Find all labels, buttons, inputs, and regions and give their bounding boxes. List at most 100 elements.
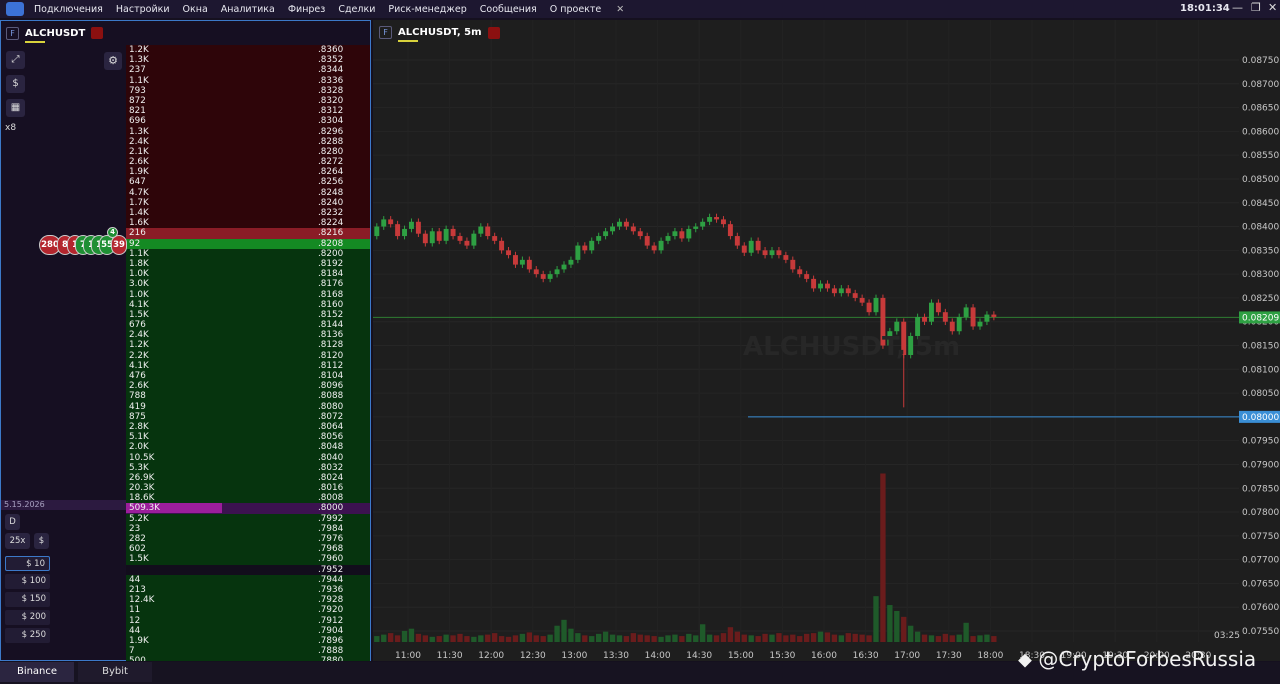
book-row[interactable]: 23 .7984 <box>126 523 370 534</box>
book-row[interactable]: 793 .8328 <box>126 85 370 96</box>
book-row[interactable]: 4.7K .8248 <box>126 187 370 198</box>
chart-title[interactable]: ALCHUSDT, 5m <box>398 27 482 42</box>
book-row[interactable]: 1.6K .8224 <box>126 218 370 229</box>
book-row[interactable]: 1.2K .8128 <box>126 340 370 351</box>
menu-item-risk-manager[interactable]: Риск-менеджер <box>388 4 466 15</box>
book-row[interactable]: 509.3K .8000 <box>126 503 370 514</box>
book-row[interactable]: 1.1K .8336 <box>126 75 370 86</box>
book-row[interactable]: 216 .8216 <box>126 228 370 239</box>
book-row[interactable]: 5.3K .8032 <box>126 462 370 473</box>
menu-item-connections[interactable]: Подключения <box>34 4 103 15</box>
book-row[interactable]: 11 .7920 <box>126 605 370 616</box>
book-row[interactable]: 647 .8256 <box>126 177 370 188</box>
book-row[interactable]: 2.4K .8136 <box>126 330 370 341</box>
book-row[interactable]: 419 .8080 <box>126 401 370 412</box>
book-row[interactable]: 2.6K .8272 <box>126 157 370 168</box>
app-logo-icon <box>6 2 24 16</box>
amount-button-1[interactable]: $ 10 <box>5 556 50 571</box>
candle-body <box>783 255 789 260</box>
book-row[interactable]: 26.9K .8024 <box>126 472 370 484</box>
price-chart[interactable]: 0.08750 0.08700 0.08650 0.08600 0.08550 0.085… <box>373 20 1280 661</box>
candle-body <box>395 224 401 237</box>
d-button[interactable]: D <box>5 514 20 530</box>
book-row[interactable]: 476 .8104 <box>126 371 370 382</box>
book-row[interactable]: 1.1K .8200 <box>126 248 370 259</box>
book-row[interactable]: 1.5K .8152 <box>126 309 370 321</box>
book-row[interactable]: 213 .7936 <box>126 584 370 596</box>
book-row[interactable]: 2.2K .8120 <box>126 350 370 361</box>
book-row[interactable]: 4.1K .8112 <box>126 360 370 371</box>
book-row[interactable]: 1.3K .8352 <box>126 55 370 66</box>
book-row[interactable]: 821 .8312 <box>126 106 370 117</box>
amount-button-5[interactable]: $ 250 <box>5 628 50 643</box>
book-row[interactable]: 4.1K .8160 <box>126 299 370 310</box>
book-row[interactable]: 872 .8320 <box>126 95 370 107</box>
amount-button-2[interactable]: $ 100 <box>5 574 50 589</box>
leverage-button[interactable]: 25x <box>5 533 30 549</box>
pin-icon[interactable]: ✕ <box>616 4 624 15</box>
gear-icon[interactable]: ⚙ <box>104 52 122 70</box>
book-row[interactable]: .7952 <box>126 564 370 575</box>
book-row[interactable]: 18.6K .8008 <box>126 493 370 504</box>
close-icon[interactable]: ✕ <box>1268 1 1277 14</box>
dollar-icon[interactable]: $ <box>6 75 25 93</box>
book-row[interactable]: 10.5K .8040 <box>126 452 370 463</box>
book-row[interactable]: 788 .8088 <box>126 391 370 402</box>
amount-button-3[interactable]: $ 150 <box>5 592 50 607</box>
book-row[interactable]: 1.7K .8240 <box>126 197 370 208</box>
book-row[interactable]: 20.3K .8016 <box>126 483 370 494</box>
book-row[interactable]: 44 .7944 <box>126 574 370 585</box>
book-row[interactable]: 1.4K .8232 <box>126 208 370 219</box>
symbol-color-marker[interactable] <box>91 27 104 39</box>
book-row[interactable]: 2.8K .8064 <box>126 421 370 433</box>
y-axis-label: 0.07750 <box>1242 532 1279 542</box>
book-row[interactable]: 237 .8344 <box>126 65 370 76</box>
tab-bybit[interactable]: Bybit <box>78 662 152 682</box>
menu-item-windows[interactable]: Окна <box>183 4 208 15</box>
book-row[interactable]: 7 .7888 <box>126 646 370 657</box>
minimize-icon[interactable]: — <box>1232 1 1243 14</box>
book-row[interactable]: 676 .8144 <box>126 320 370 331</box>
menu-item-analytics[interactable]: Аналитика <box>221 4 275 15</box>
book-row[interactable]: 2.0K .8048 <box>126 442 370 453</box>
book-row[interactable]: 1.0K .8184 <box>126 269 370 280</box>
book-row[interactable]: 602 .7968 <box>126 544 370 555</box>
book-row[interactable]: 1.2K .8360 <box>126 45 370 56</box>
book-row[interactable]: 2.4K .8288 <box>126 136 370 147</box>
book-row[interactable]: 1.9K .7896 <box>126 635 370 647</box>
book-row[interactable]: 5.2K .7992 <box>126 513 370 524</box>
book-row[interactable]: 696 .8304 <box>126 116 370 127</box>
orderbook-symbol[interactable]: ALCHUSDT <box>25 28 85 43</box>
currency-button[interactable]: $ <box>34 533 49 549</box>
book-row[interactable]: 1.0K .8168 <box>126 289 370 300</box>
book-row[interactable]: 12.4K .7928 <box>126 595 370 606</box>
book-row[interactable]: 500 .7880 <box>126 656 370 661</box>
candle-body <box>727 224 733 237</box>
menu-item-deals[interactable]: Сделки <box>338 4 375 15</box>
tab-binance[interactable]: Binance <box>0 662 74 682</box>
book-row[interactable]: 1.5K .7960 <box>126 554 370 565</box>
book-row[interactable]: 3.0K .8176 <box>126 279 370 290</box>
amount-button-4[interactable]: $ 200 <box>5 610 50 625</box>
book-row[interactable]: 12 .7912 <box>126 615 370 626</box>
menu-item-about[interactable]: О проекте <box>550 4 602 15</box>
chart-tool-icon[interactable]: ⤢ <box>6 51 25 69</box>
menu-item-finres[interactable]: Финрез <box>288 4 326 15</box>
book-row[interactable]: 1.9K .8264 <box>126 167 370 178</box>
book-row[interactable]: 5.1K .8056 <box>126 432 370 443</box>
calculator-icon[interactable]: ▦ <box>6 99 25 117</box>
maximize-icon[interactable]: ❐ <box>1251 1 1261 14</box>
book-row[interactable]: 875 .8072 <box>126 411 370 422</box>
chart-color-marker[interactable] <box>487 26 500 39</box>
menu-item-settings[interactable]: Настройки <box>116 4 170 15</box>
menu-item-messages[interactable]: Сообщения <box>480 4 537 15</box>
book-row[interactable]: 1.8K .8192 <box>126 258 370 270</box>
orderbook-ladder[interactable]: 1.2K .8360 1.3K .8352 237.8344 1.1K .8336 793.8… <box>126 45 370 661</box>
book-row[interactable]: 282 .7976 <box>126 534 370 545</box>
book-row[interactable]: 2.6K .8096 <box>126 381 370 392</box>
book-row[interactable]: 1.3K .8296 <box>126 126 370 137</box>
book-row[interactable]: 92 .8208 <box>126 238 370 249</box>
volume-bar <box>561 619 567 642</box>
book-row[interactable]: 2.1K .8280 <box>126 146 370 158</box>
book-row[interactable]: 44 .7904 <box>126 625 370 636</box>
